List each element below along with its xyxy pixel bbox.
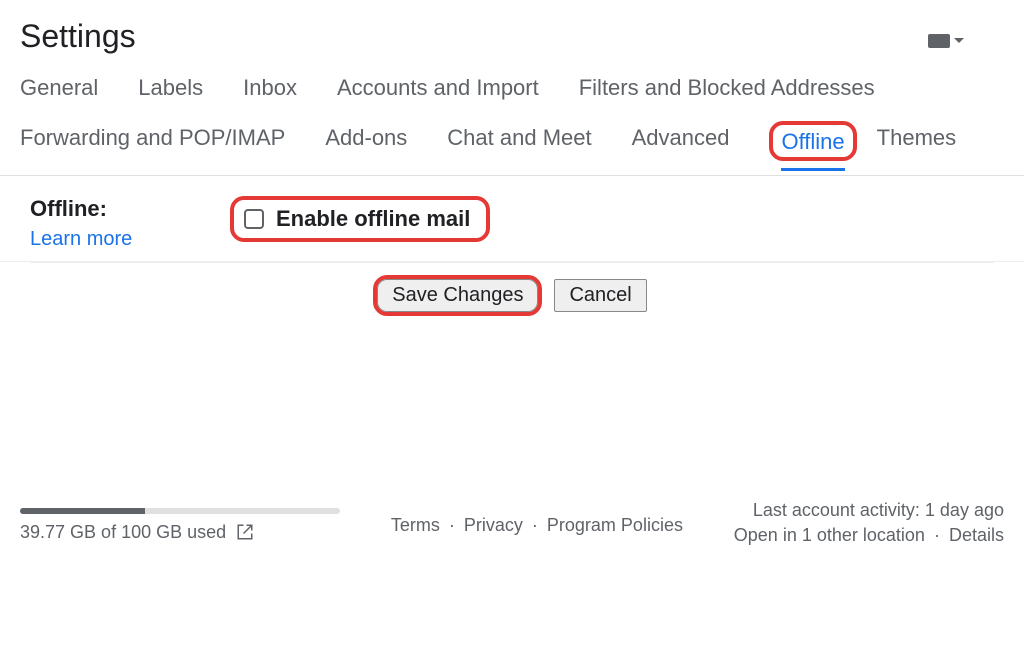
tab-advanced[interactable]: Advanced xyxy=(632,121,730,161)
enable-offline-checkbox[interactable] xyxy=(244,209,264,229)
tab-filters[interactable]: Filters and Blocked Addresses xyxy=(579,71,875,103)
chevron-down-icon xyxy=(954,38,964,43)
details-link[interactable]: Details xyxy=(949,525,1004,545)
tab-general[interactable]: General xyxy=(20,71,98,103)
terms-link[interactable]: Terms xyxy=(391,515,440,535)
tab-themes[interactable]: Themes xyxy=(877,121,956,161)
tab-chat[interactable]: Chat and Meet xyxy=(447,121,591,161)
open-locations-text: Open in 1 other location xyxy=(734,525,925,545)
tab-labels[interactable]: Labels xyxy=(138,71,203,103)
privacy-link[interactable]: Privacy xyxy=(464,515,523,535)
page-title: Settings xyxy=(20,18,136,55)
storage-meter: 39.77 GB of 100 GB used xyxy=(20,508,340,543)
tab-forwarding[interactable]: Forwarding and POP/IMAP xyxy=(20,121,285,161)
storage-progress-fill xyxy=(20,508,145,514)
tab-addons[interactable]: Add-ons xyxy=(325,121,407,161)
tab-offline[interactable]: Offline xyxy=(781,125,844,157)
policies-link[interactable]: Program Policies xyxy=(547,515,683,535)
storage-text: 39.77 GB of 100 GB used xyxy=(20,522,226,543)
storage-progress-track xyxy=(20,508,340,514)
highlight-enable-offline: Enable offline mail xyxy=(230,196,490,242)
action-buttons: Save Changes Cancel xyxy=(30,262,994,332)
keyboard-icon xyxy=(928,34,950,48)
learn-more-link[interactable]: Learn more xyxy=(30,228,170,251)
offline-label: Offline: xyxy=(30,196,107,221)
settings-tabs: General Labels Inbox Accounts and Import… xyxy=(0,71,1024,176)
tab-accounts[interactable]: Accounts and Import xyxy=(337,71,539,103)
open-in-new-icon[interactable] xyxy=(236,523,254,541)
enable-offline-label: Enable offline mail xyxy=(276,206,470,232)
input-method-selector[interactable] xyxy=(928,34,964,48)
highlight-offline-tab: Offline xyxy=(769,121,856,161)
tab-inbox[interactable]: Inbox xyxy=(243,71,297,103)
footer-links: Terms · Privacy · Program Policies xyxy=(391,515,683,536)
offline-settings-section: Offline: Learn more Enable offline mail xyxy=(0,176,1024,262)
cancel-button[interactable]: Cancel xyxy=(554,279,646,312)
last-activity-text: Last account activity: 1 day ago xyxy=(734,500,1004,521)
footer-activity: Last account activity: 1 day ago Open in… xyxy=(734,500,1004,550)
save-changes-button[interactable]: Save Changes xyxy=(377,279,538,312)
footer: 39.77 GB of 100 GB used Terms · Privacy … xyxy=(0,500,1024,550)
